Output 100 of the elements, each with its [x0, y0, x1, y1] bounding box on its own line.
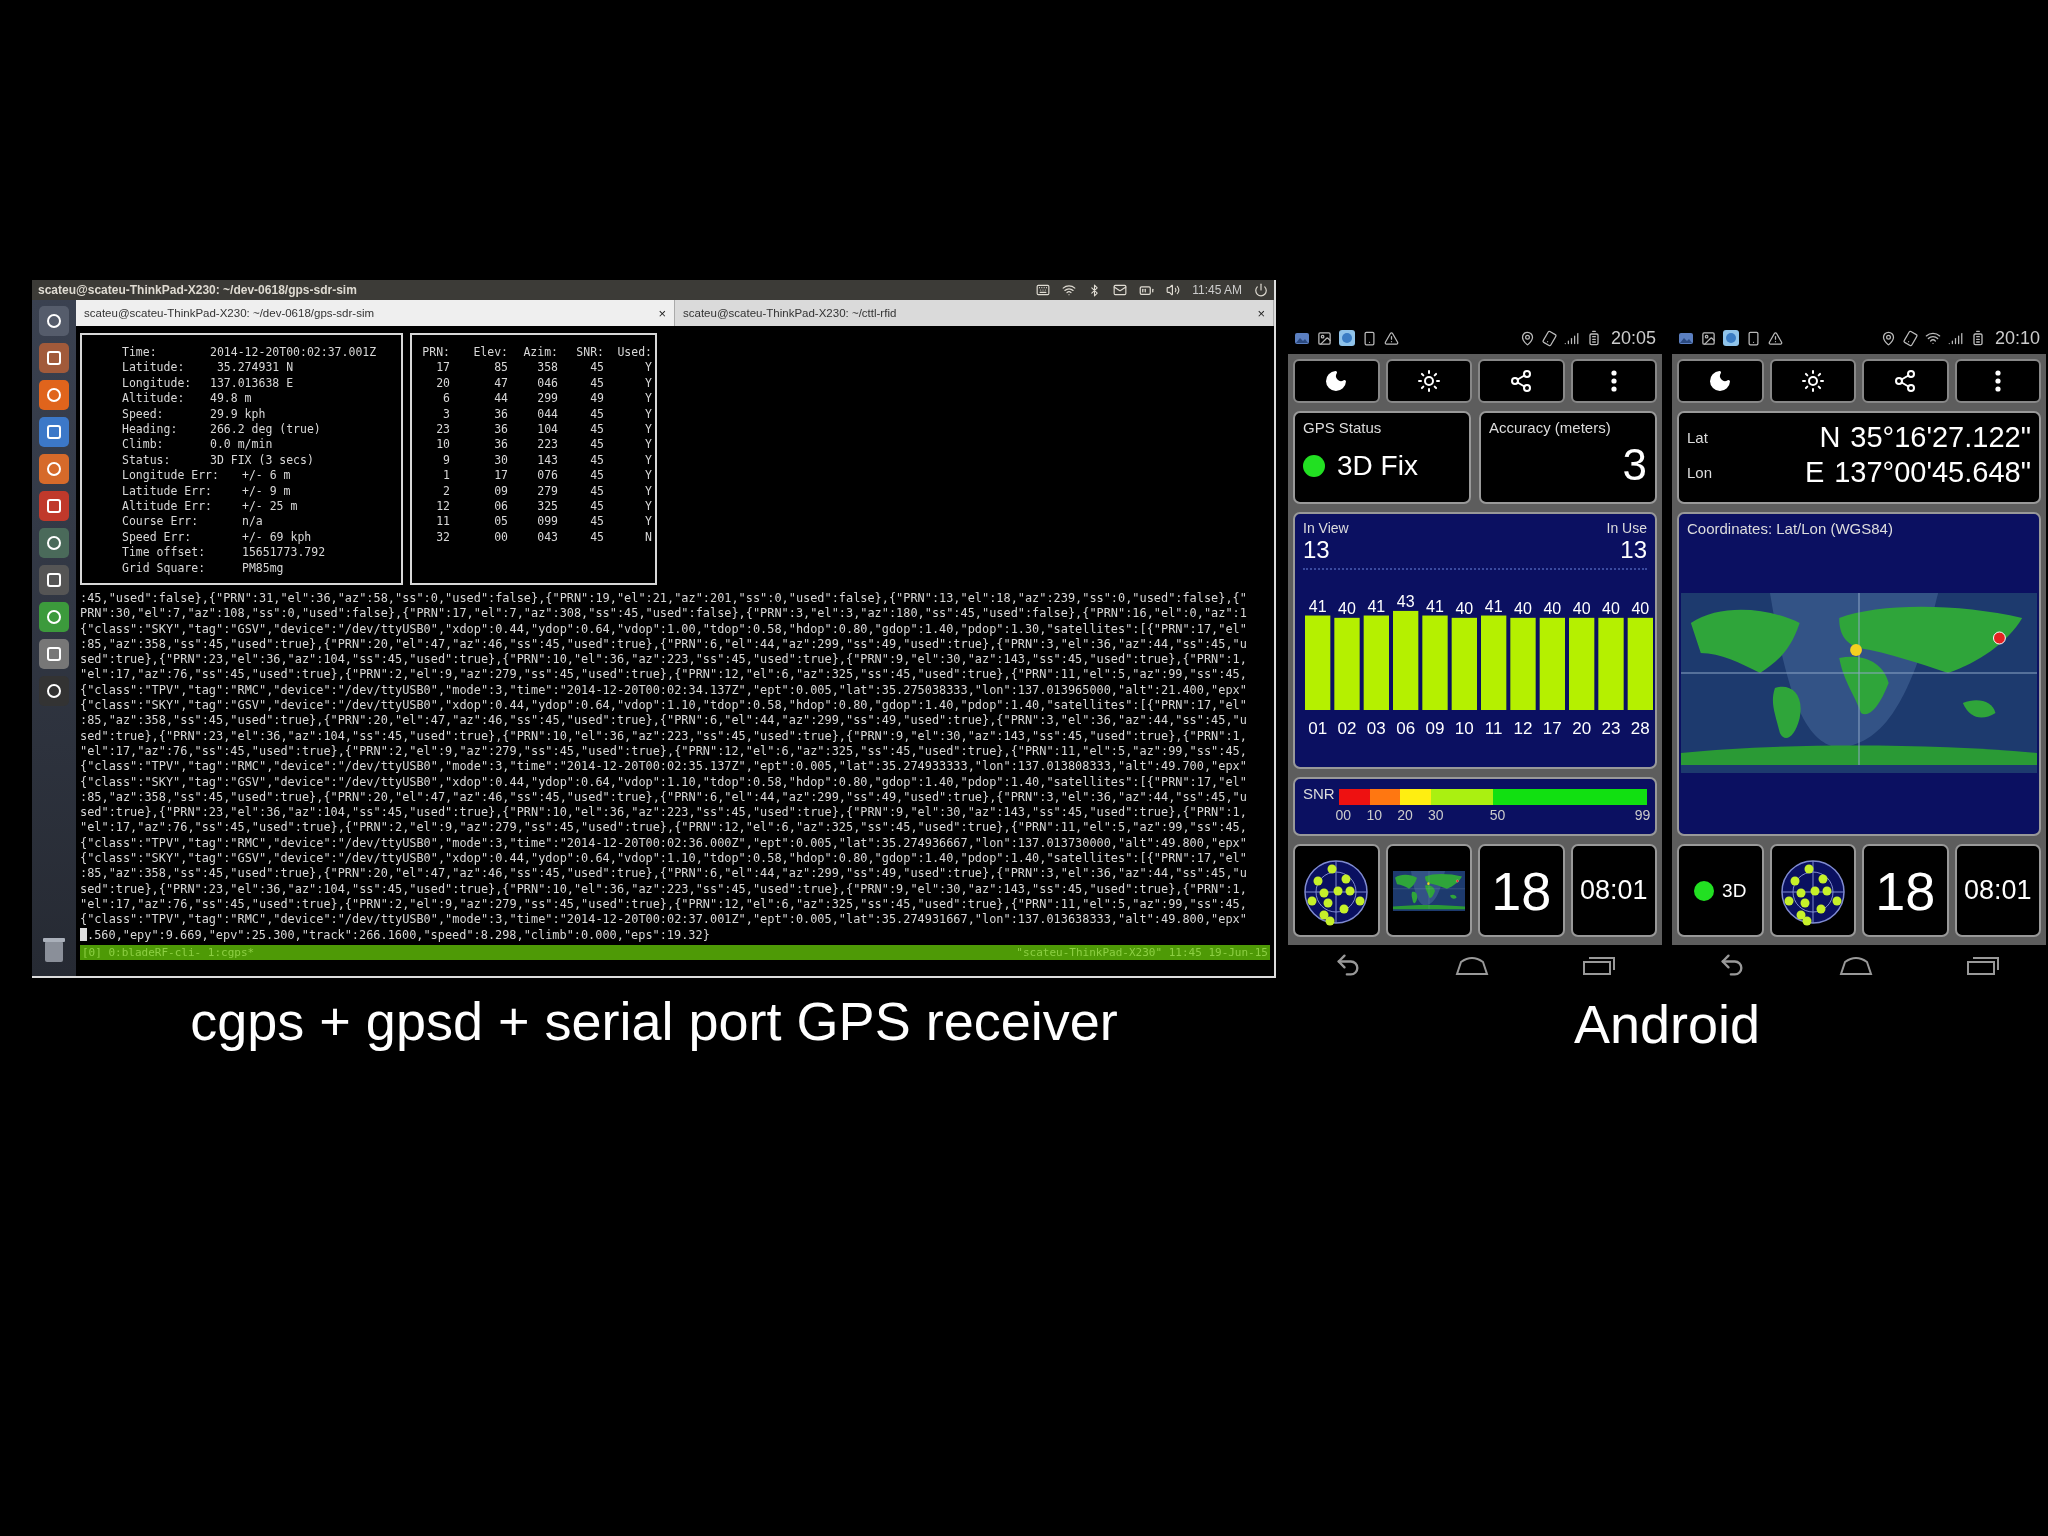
field-label: Speed Err: [122, 529, 193, 546]
more-icon [1994, 370, 2001, 392]
trash-icon[interactable] [42, 936, 66, 964]
volume-icon[interactable] [1166, 283, 1181, 297]
table-cell-text: 30 [493, 452, 508, 469]
more-button[interactable] [1570, 359, 1657, 403]
table-cell-text: 6 [442, 391, 450, 407]
log-line: {"class":"TPV","tag":"RMC","device":"/dev/ttyUSB0","mode":3,"time":"2014-12-20T00:02:36.000Z","ept":0.005,"lat":35.274936667,"lon":137.013730000,"alt":49.800,"epx" [80, 835, 1248, 852]
snr-scale-segment [1338, 789, 1370, 805]
share-button[interactable] [1478, 359, 1565, 403]
close-tab-button[interactable]: × [1257, 305, 1265, 321]
field-label: Altitude: [122, 391, 186, 407]
table-cell-text: 09 [493, 483, 508, 500]
log-line: "el":17,"az":76,"ss":45,"used":true},{"PRN":2,"el":9,"az":279,"ss":45,"used":true},{"PRN":12,"el":6,"az":325,"ss":45,"used":true},{"PRN":11,"el":5,"az":99,"ss":45, [80, 896, 1248, 913]
status-time: 20:05 [1610, 327, 1656, 349]
log-line: {"class":"SKY","tag":"GSV","device":"/dev/ttyUSB0","xdop":0.44,"ydop":0.64,"vdop":1.00,"tdop":0.58,"hdop":0.80,"gdop":1.40,"pdop":1.30,"satellites":[{"PRN":17,"el" [80, 621, 1248, 637]
location-pin-icon [1519, 330, 1535, 346]
field-value: n/a [242, 514, 264, 530]
satellite-id: 23 [1601, 719, 1621, 738]
phone-icon [1362, 330, 1377, 346]
table-cell-text: 358 [536, 360, 558, 376]
field-value: 2014-12-20T00:02:37.001Z [210, 345, 378, 361]
table-cell-text: 044 [536, 406, 558, 423]
log-line: {"class":"TPV","tag":"RMC","device":"/dev/ttyUSB0","mode":3,"time":"2014-12-20T00:02:37.001Z","ept":0.005,"lat":35.274931667,"lon":137.013638333,"alt":49.800,"epx" [80, 912, 1248, 928]
window-list: [0] 0:bladeRF-cli- 1:cgps* [82, 944, 255, 960]
night-mode-button[interactable] [1293, 359, 1380, 403]
signal-icon [1563, 330, 1579, 346]
table-cell-text: 45 [589, 360, 604, 376]
bar-value: 40 [1631, 599, 1650, 617]
recents-icon[interactable] [1965, 954, 2000, 976]
power-icon[interactable] [1254, 283, 1268, 297]
column-header: PRN: [421, 345, 450, 361]
log-line: :85,"az":358,"ss":45,"used":true},{"PRN":20,"el":47,"az":46,"ss":45,"used":true},{"PRN":6,"el":44,"az":299,"ss":49,"used":true},{"PRN":3,"el":36,"az":44,"ss":45,"u [80, 713, 1248, 729]
card-label: GPS Status [1303, 419, 1383, 436]
sun-icon [1800, 369, 1825, 393]
clock[interactable]: 11:45 AM [1192, 283, 1242, 297]
column-header: SNR: [575, 345, 604, 361]
table-cell-text: 17 [435, 360, 450, 376]
coordinate-value: 35°16'27.122" [1850, 421, 2031, 454]
field-label: Latitude Err: [122, 483, 213, 500]
table-cell-text: 49 [589, 391, 604, 407]
log-line: .560,"epy":9.669,"epv":25.300,"track":266.1600,"speed":8.298,"climb":0.000,"eps":19.32} [87, 927, 710, 942]
table-cell-text: 45 [589, 499, 604, 515]
log-line: {"class":"SKY","tag":"GSV","device":"/dev/ttyUSB0","xdop":0.44,"ydop":0.64,"vdop":1.10,"tdop":0.58,"hdop":0.80,"gdop":1.40,"pdop":1.40,"satellites":[{"PRN":17,"el" [80, 698, 1248, 714]
mail-icon[interactable] [1113, 283, 1128, 297]
close-tab-button[interactable]: × [658, 305, 666, 321]
home-icon[interactable] [1455, 954, 1489, 976]
wifi-icon[interactable] [1062, 283, 1077, 297]
table-cell-text: 45 [589, 375, 604, 392]
field-value: 266.2 deg (true) [210, 422, 322, 438]
table-cell-text: Y [644, 391, 652, 407]
bar-value: 40 [1602, 599, 1620, 617]
table-cell-text: 20 [435, 375, 450, 392]
table-cell-text: 299 [536, 391, 558, 407]
field-value: 0.0 m/min [210, 437, 274, 453]
terminal-tab[interactable]: scateu@scateu-ThinkPad-X230: ~/cttl-rfid × [675, 300, 1274, 326]
table-cell-text: 45 [589, 406, 604, 423]
table-cell-text: 076 [536, 468, 558, 484]
snr-tick-label: 30 [1428, 807, 1444, 823]
table-cell-text: 45 [589, 452, 604, 469]
more-button[interactable] [1954, 359, 2041, 403]
log-line: sed":true},{"PRN":23,"el":36,"az":104,"ss":45,"used":true},{"PRN":10,"el":36,"az":223,"ss":45,"used":true},{"PRN":9,"el":30,"az":143,"ss":45,"used":true},{"PRN":1, [80, 652, 1248, 668]
table-cell-text: 45 [589, 529, 604, 546]
fix-status[interactable]: 3D [1722, 879, 1747, 902]
phone-icon [1746, 330, 1761, 346]
log-line: {"class":"SKY","tag":"GSV","device":"/dev/ttyUSB0","xdop":0.44,"ydop":0.64,"vdop":1.10,"tdop":0.58,"hdop":0.80,"gdop":1.40,"pdop":1.40,"satellites":[{"PRN":17,"el" [80, 851, 1248, 867]
field-label: Heading: [122, 422, 179, 438]
table-cell-text: Y [644, 499, 652, 515]
recents-icon[interactable] [1581, 954, 1616, 976]
share-button[interactable] [1862, 359, 1949, 403]
table-cell-text: 32 [435, 529, 450, 546]
terminal-tab[interactable]: scateu@scateu-ThinkPad-X230: ~/dev-0618/gps-sdr-sim × [76, 300, 675, 326]
sun-button[interactable] [1385, 359, 1472, 403]
table-cell-text: 36 [493, 437, 508, 453]
sun-button[interactable] [1769, 359, 1856, 403]
field-label: Latitude: [122, 360, 186, 376]
field-value: 49.8 m [210, 391, 253, 407]
home-icon[interactable] [1839, 954, 1873, 976]
in-use-label: In Use [1606, 520, 1647, 536]
table-cell-text: Y [644, 375, 652, 392]
table-cell-text: 099 [536, 514, 558, 530]
night-mode-button[interactable] [1677, 359, 1764, 403]
table-cell-text: Y [644, 452, 652, 469]
snr-tick-label: 50 [1489, 807, 1506, 823]
wifi-icon [1924, 330, 1941, 346]
coordinate-label: Lat [1687, 429, 1709, 446]
sun-icon [1416, 369, 1441, 393]
snr-tick-label: 00 [1335, 807, 1352, 823]
bar-value: 41 [1484, 597, 1503, 615]
landscape-icon [1294, 331, 1310, 345]
table-cell-text: 143 [536, 452, 558, 469]
table-cell-text: Y [644, 468, 652, 484]
location-pin-icon [1880, 330, 1896, 346]
column-header: Used: [616, 345, 652, 361]
table-cell-text: 279 [536, 483, 558, 500]
field-label: Course Err: [122, 514, 200, 530]
satellite-id: 01 [1308, 719, 1328, 738]
keyboard-icon[interactable] [1036, 283, 1051, 297]
field-value: 3D FIX (3 secs) [210, 452, 315, 469]
table-cell-text: 00 [493, 529, 508, 546]
